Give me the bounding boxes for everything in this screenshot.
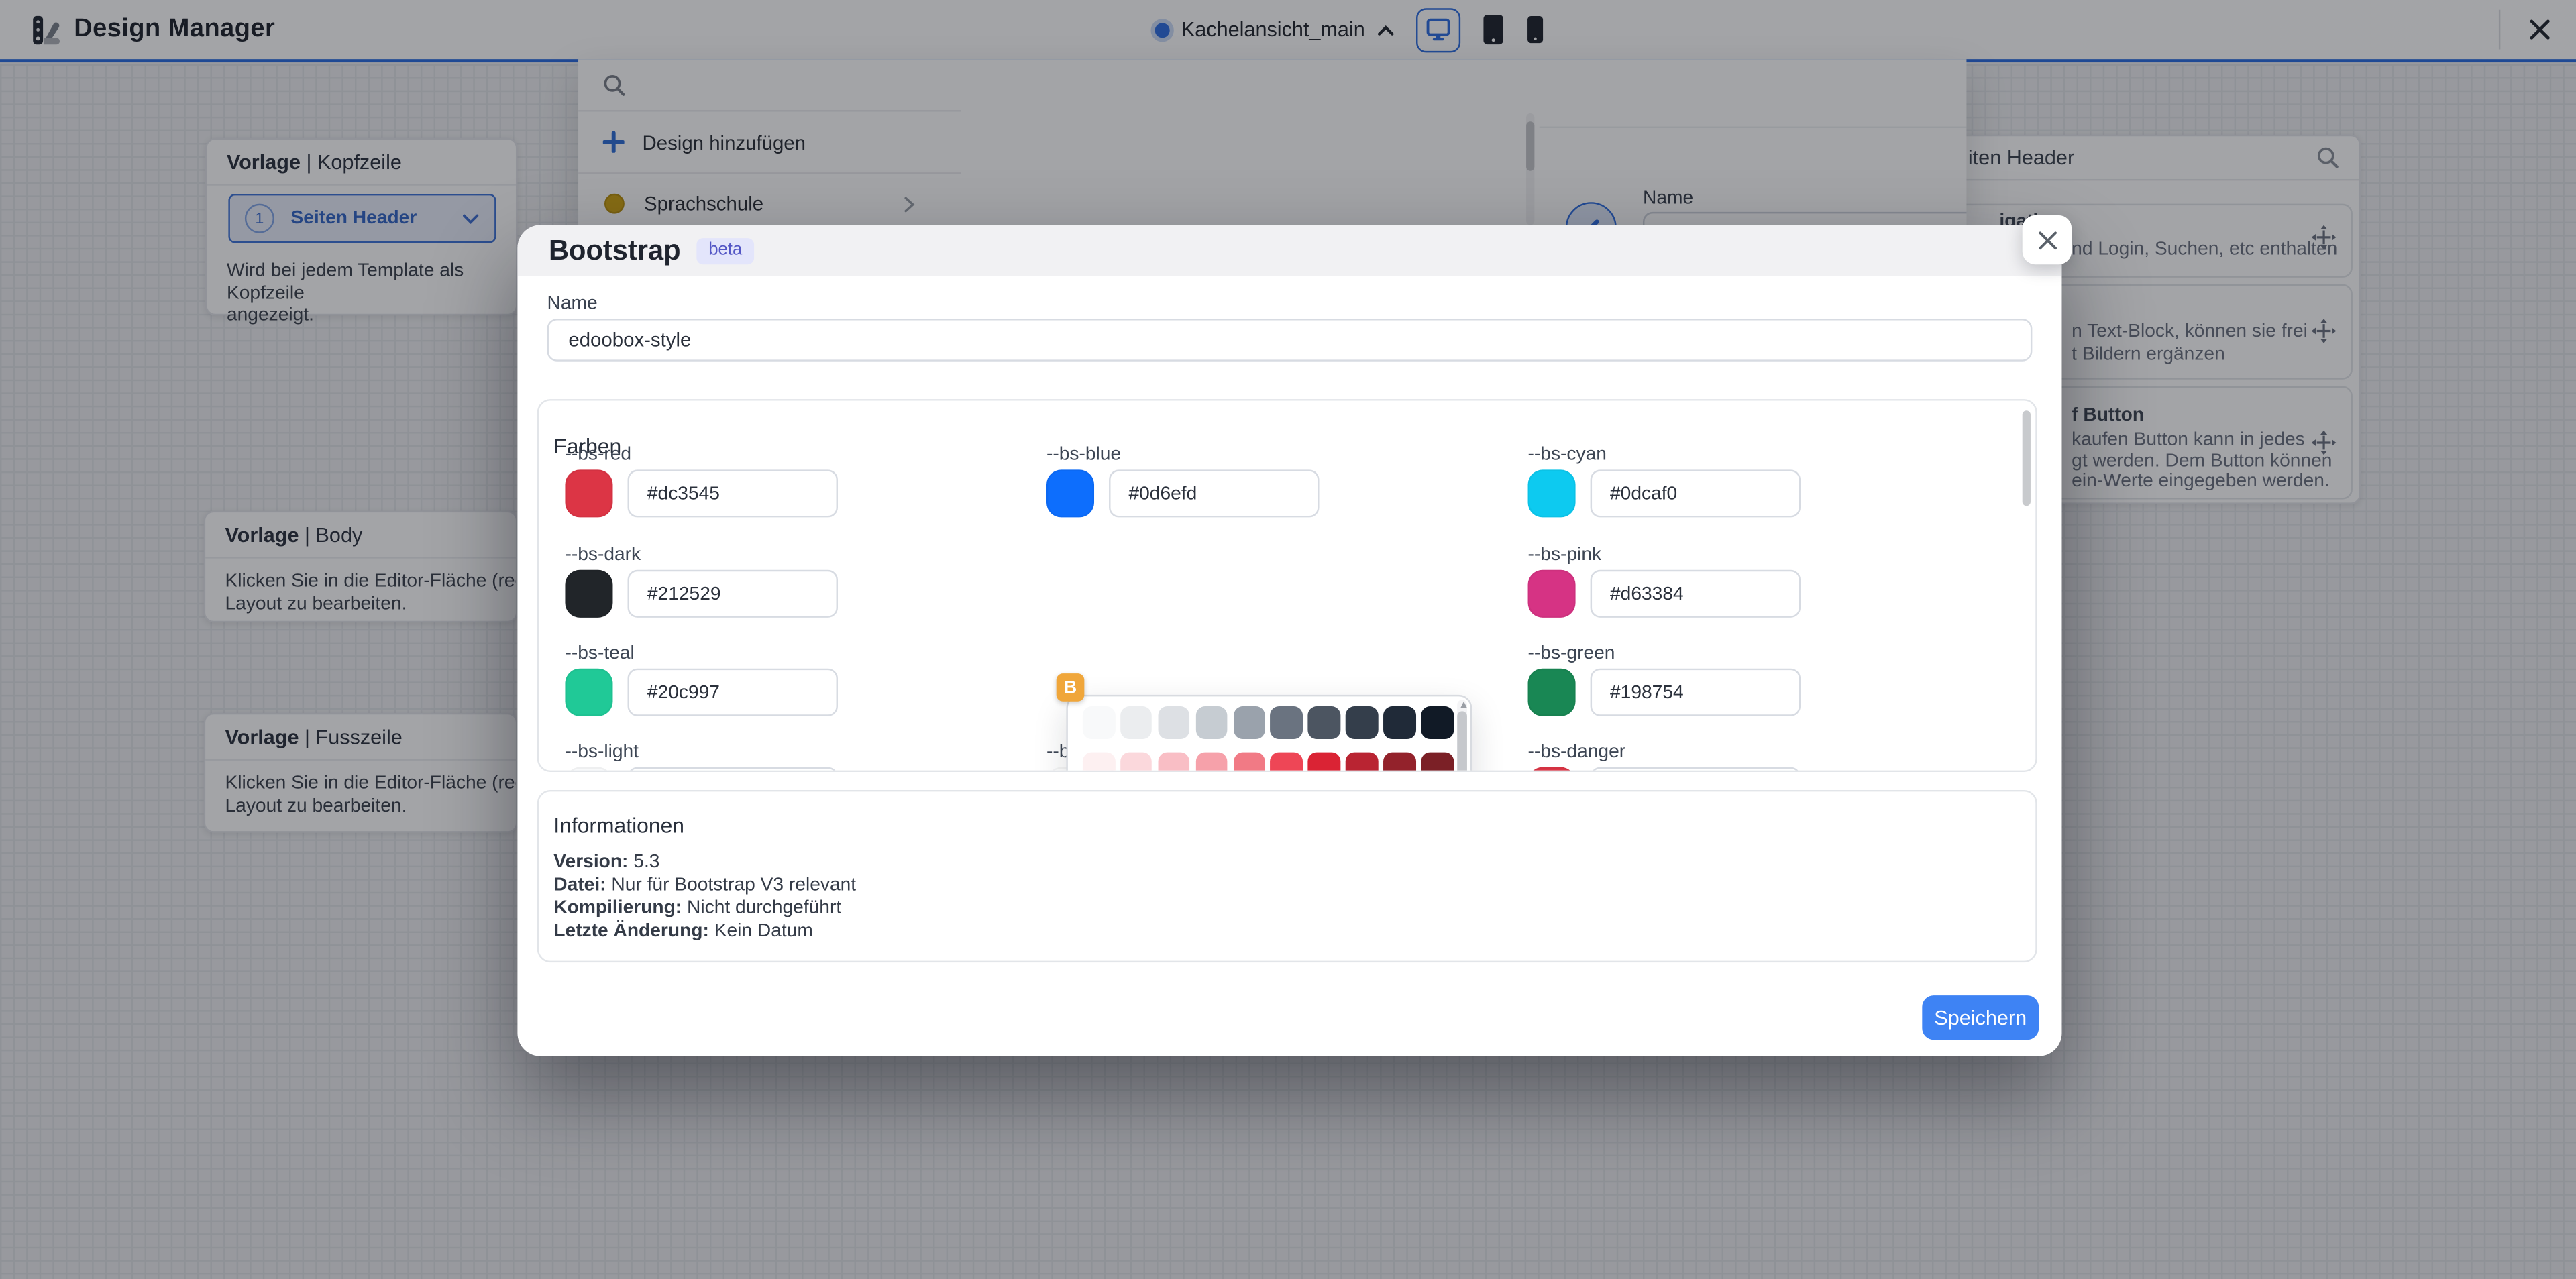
- color-input---bs-pink[interactable]: [1591, 570, 1801, 618]
- color-input---bs-red[interactable]: [628, 469, 838, 517]
- picker-swatch[interactable]: [1346, 706, 1378, 738]
- color-var-label: --bs-red: [565, 445, 1025, 465]
- color-swatch---bs-red[interactable]: [565, 469, 612, 517]
- color-picker-popup: [1066, 695, 1472, 772]
- picker-swatch[interactable]: [1195, 706, 1228, 738]
- modal-title: Bootstrap: [549, 234, 681, 267]
- color-input---bs-light[interactable]: [628, 767, 838, 772]
- picker-swatch[interactable]: [1195, 751, 1228, 772]
- picker-swatch[interactable]: [1083, 706, 1115, 738]
- picker-swatch[interactable]: [1083, 751, 1115, 772]
- color-var-label: --bs-teal: [565, 644, 1025, 663]
- screen: Design Manager Kachelansicht_main: [0, 0, 2576, 1279]
- color-field---bs-red: --bs-red: [565, 445, 1025, 518]
- modal-close-button[interactable]: [2023, 215, 2072, 264]
- color-swatch---bs-cyan[interactable]: [1528, 469, 1576, 517]
- close-icon: [2037, 229, 2058, 251]
- color-swatch---bs-danger[interactable]: [1528, 767, 1576, 772]
- picker-swatch[interactable]: [1233, 751, 1265, 772]
- informationen-title: Informationen: [553, 813, 684, 838]
- picker-swatch[interactable]: [1271, 751, 1303, 772]
- color-input---bs-cyan[interactable]: [1591, 469, 1801, 517]
- informationen-section: Informationen Version: 5.3Datei: Nur für…: [537, 790, 2037, 962]
- bootstrap-badge: B: [1057, 673, 1085, 702]
- picker-swatch[interactable]: [1421, 751, 1453, 772]
- color-swatch---bs-blue[interactable]: [1046, 469, 1094, 517]
- color-field---bs-blue: --bs-blue: [1046, 445, 1507, 518]
- color-var-label: --bs-pink: [1528, 545, 1988, 565]
- color-var-label: --bs-danger: [1528, 742, 1988, 762]
- picker-row-reds: [1083, 751, 1453, 772]
- beta-badge: beta: [697, 237, 753, 264]
- picker-swatch[interactable]: [1308, 751, 1340, 772]
- picker-swatch[interactable]: [1383, 706, 1415, 738]
- farben-section: Farben --bs-red--bs-dark--bs-teal--bs-li…: [537, 399, 2037, 772]
- informationen-rows: Version: 5.3Datei: Nur für Bootstrap V3 …: [553, 851, 856, 943]
- color-field---bs-teal: --bs-teal: [565, 644, 1025, 716]
- info-row: Version: 5.3: [553, 851, 856, 874]
- modal-header: Bootstrap beta: [517, 225, 2061, 276]
- picker-scrollbar[interactable]: [1457, 700, 1467, 772]
- color-field---bs-dark: --bs-dark: [565, 545, 1025, 618]
- farben-scrollbar[interactable]: [2023, 410, 2031, 761]
- color-input---bs-blue[interactable]: [1109, 469, 1319, 517]
- picker-swatch[interactable]: [1271, 706, 1303, 738]
- picker-swatch[interactable]: [1383, 751, 1415, 772]
- color-swatch---bs-light[interactable]: [565, 767, 612, 772]
- color-field---bs-light: --bs-light: [565, 742, 1025, 772]
- color-var-label: --bs-blue: [1046, 445, 1507, 465]
- color-var-label: --bs-dark: [565, 545, 1025, 565]
- color-swatch---bs-dark[interactable]: [565, 570, 612, 618]
- color-var-label: --bs-green: [1528, 644, 1988, 663]
- color-field---bs-cyan: --bs-cyan: [1528, 445, 1988, 518]
- color-field---bs-pink: --bs-pink: [1528, 545, 1988, 618]
- picker-swatch[interactable]: [1158, 706, 1190, 738]
- color-input---bs-dark[interactable]: [628, 570, 838, 618]
- color-input---bs-green[interactable]: [1591, 669, 1801, 716]
- color-input---bs-teal[interactable]: [628, 669, 838, 716]
- picker-swatch[interactable]: [1308, 706, 1340, 738]
- picker-swatch[interactable]: [1158, 751, 1190, 772]
- color-swatch---bs-pink[interactable]: [1528, 570, 1576, 618]
- style-name-input[interactable]: [547, 319, 2033, 362]
- color-input---bs-danger[interactable]: [1591, 767, 1801, 772]
- style-name-label: Name: [547, 294, 598, 313]
- color-var-label: --bs-light: [565, 742, 1025, 762]
- picker-swatch[interactable]: [1233, 706, 1265, 738]
- color-swatch---bs-teal[interactable]: [565, 669, 612, 716]
- info-row: Datei: Nur für Bootstrap V3 relevant: [553, 874, 856, 897]
- picker-swatch[interactable]: [1421, 706, 1453, 738]
- save-button[interactable]: Speichern: [1922, 995, 2039, 1040]
- picker-swatch[interactable]: [1346, 751, 1378, 772]
- color-field---bs-green: --bs-green: [1528, 644, 1988, 716]
- picker-swatch[interactable]: [1120, 706, 1152, 738]
- color-swatch---bs-green[interactable]: [1528, 669, 1576, 716]
- color-var-label: --bs-cyan: [1528, 445, 1988, 465]
- info-row: Kompilierung: Nicht durchgeführt: [553, 897, 856, 920]
- picker-swatch[interactable]: [1120, 751, 1152, 772]
- scroll-up-icon: [1460, 702, 1466, 708]
- info-row: Letzte Änderung: Kein Datum: [553, 920, 856, 942]
- bootstrap-modal: Bootstrap beta Name Farben --bs-red--bs-…: [517, 225, 2061, 1056]
- picker-row-grays: [1083, 706, 1453, 738]
- color-field---bs-danger: --bs-danger: [1528, 742, 1988, 772]
